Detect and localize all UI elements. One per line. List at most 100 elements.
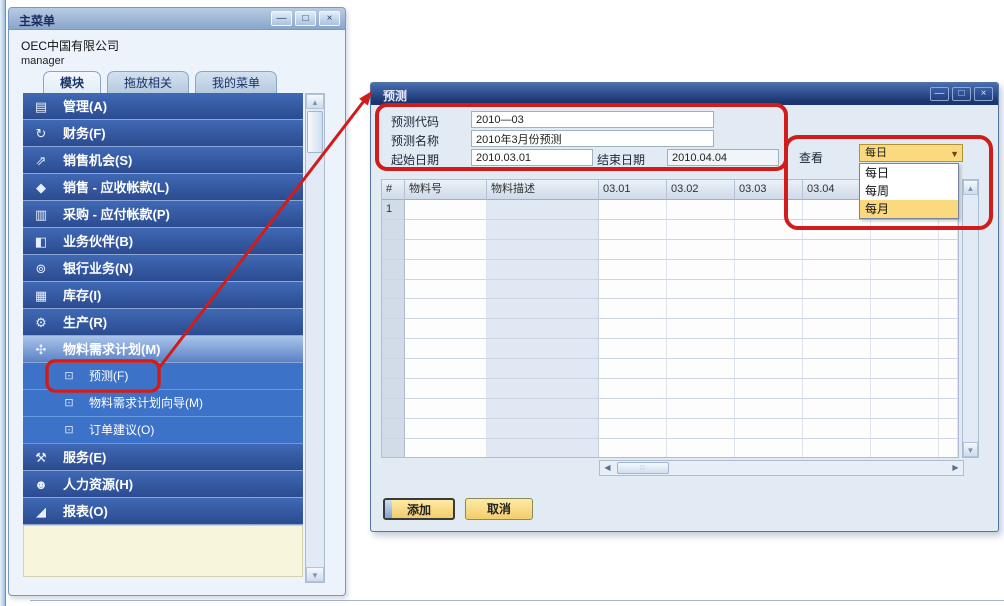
table-cell[interactable] (735, 399, 803, 419)
table-cell[interactable] (667, 439, 735, 458)
minimize-icon[interactable]: — (930, 87, 949, 101)
table-cell[interactable] (667, 339, 735, 359)
table-cell[interactable] (405, 220, 487, 240)
table-cell[interactable] (405, 200, 487, 220)
table-cell[interactable] (871, 299, 939, 319)
menu-item-inventory[interactable]: ▦库存(I) (23, 282, 303, 309)
table-cell[interactable] (599, 220, 667, 240)
table-cell[interactable] (599, 319, 667, 339)
table-cell[interactable] (405, 439, 487, 458)
table-cell[interactable] (871, 260, 939, 280)
table-cell[interactable] (487, 220, 599, 240)
table-cell[interactable] (599, 419, 667, 439)
table-cell[interactable] (667, 220, 735, 240)
table-cell[interactable] (599, 200, 667, 220)
h-scrollbar-thumb[interactable]: ∷ (617, 462, 669, 474)
table-header-row-number[interactable]: # (382, 180, 405, 200)
table-cell[interactable] (939, 339, 958, 359)
tab-drag-relate[interactable]: 拖放相关 (107, 71, 189, 94)
table-cell[interactable] (487, 240, 599, 260)
table-cell[interactable] (803, 339, 871, 359)
minimize-icon[interactable]: — (271, 11, 292, 26)
scroll-up-icon[interactable]: ▲ (306, 94, 324, 109)
table-cell[interactable] (405, 359, 487, 379)
table-cell[interactable] (803, 240, 871, 260)
menu-item-business-partners[interactable]: ◧业务伙伴(B) (23, 228, 303, 255)
cancel-button[interactable]: 取消 (465, 498, 533, 520)
menu-item-administration[interactable]: ▤管理(A) (23, 93, 303, 120)
menu-item-human-resources[interactable]: ☻人力资源(H) (23, 471, 303, 498)
table-cell[interactable] (487, 280, 599, 300)
table-cell[interactable] (599, 379, 667, 399)
table-cell[interactable] (487, 339, 599, 359)
menu-item-forecast[interactable]: ⊡预测(F) (23, 363, 303, 390)
view-option-1[interactable]: 每日 (860, 164, 958, 182)
table-cell[interactable] (735, 299, 803, 319)
table-cell[interactable] (939, 280, 958, 300)
table-cell[interactable] (735, 339, 803, 359)
add-button[interactable]: 添加 (383, 498, 455, 520)
table-cell[interactable] (667, 419, 735, 439)
menu-item-production[interactable]: ⚙生产(R) (23, 309, 303, 336)
table-cell[interactable] (803, 399, 871, 419)
table-cell[interactable] (803, 439, 871, 458)
table-cell[interactable] (871, 419, 939, 439)
menu-item-financials[interactable]: ↻财务(F) (23, 120, 303, 147)
table-cell[interactable] (405, 399, 487, 419)
table-cell[interactable] (803, 419, 871, 439)
table-cell[interactable] (871, 439, 939, 458)
table-cell[interactable] (487, 419, 599, 439)
menu-item-reports[interactable]: ◢报表(O) (23, 498, 303, 525)
table-cell[interactable] (667, 240, 735, 260)
table-cell[interactable] (803, 359, 871, 379)
table-cell[interactable] (735, 200, 803, 220)
table-cell[interactable] (939, 419, 958, 439)
scroll-down-icon[interactable]: ▼ (963, 442, 978, 457)
row-number-cell[interactable] (382, 339, 405, 359)
table-cell[interactable] (599, 240, 667, 260)
menu-item-sales-ar[interactable]: ◆销售 - 应收帐款(L) (23, 174, 303, 201)
table-cell[interactable] (735, 419, 803, 439)
table-cell[interactable] (871, 240, 939, 260)
table-cell[interactable] (871, 319, 939, 339)
table-cell[interactable] (667, 379, 735, 399)
row-number-cell[interactable] (382, 359, 405, 379)
table-cell[interactable] (939, 299, 958, 319)
menu-item-banking[interactable]: ⊚银行业务(N) (23, 255, 303, 282)
start-date-input[interactable] (471, 149, 593, 166)
forecast-titlebar[interactable]: 预测 — □ × (371, 83, 998, 105)
table-cell[interactable] (803, 379, 871, 399)
table-cell[interactable] (939, 260, 958, 280)
forecast-code-input[interactable] (471, 111, 714, 128)
table-cell[interactable] (599, 280, 667, 300)
table-cell[interactable] (405, 419, 487, 439)
table-cell[interactable] (939, 379, 958, 399)
table-cell[interactable] (803, 220, 871, 240)
table-cell[interactable] (487, 359, 599, 379)
table-cell[interactable] (667, 359, 735, 379)
table-cell[interactable] (871, 359, 939, 379)
table-header-03.02[interactable]: 03.02 (667, 180, 735, 200)
view-combo[interactable]: 每日 ▼ (859, 144, 963, 162)
table-cell[interactable] (487, 439, 599, 458)
row-number-cell[interactable] (382, 260, 405, 280)
main-menu-titlebar[interactable]: 主菜单 — □ × (9, 8, 345, 30)
table-horizontal-scrollbar[interactable]: ◀ ∷ ▶ (599, 460, 964, 476)
table-cell[interactable] (667, 299, 735, 319)
table-cell[interactable] (871, 220, 939, 240)
table-cell[interactable] (939, 359, 958, 379)
table-cell[interactable] (735, 439, 803, 458)
table-cell[interactable] (939, 439, 958, 458)
table-cell[interactable] (939, 319, 958, 339)
menu-scrollbar-thumb[interactable] (307, 111, 323, 153)
maximize-icon[interactable]: □ (952, 87, 971, 101)
table-cell[interactable] (667, 260, 735, 280)
row-number-cell[interactable] (382, 319, 405, 339)
menu-item-mrp-wizard[interactable]: ⊡物料需求计划向导(M) (23, 390, 303, 417)
table-cell[interactable] (599, 399, 667, 419)
menu-item-sales-opportunities[interactable]: ⇗销售机会(S) (23, 147, 303, 174)
view-option-3[interactable]: 每月 (860, 200, 958, 218)
end-date-input[interactable] (667, 149, 779, 166)
table-cell[interactable] (803, 319, 871, 339)
table-cell[interactable] (487, 399, 599, 419)
